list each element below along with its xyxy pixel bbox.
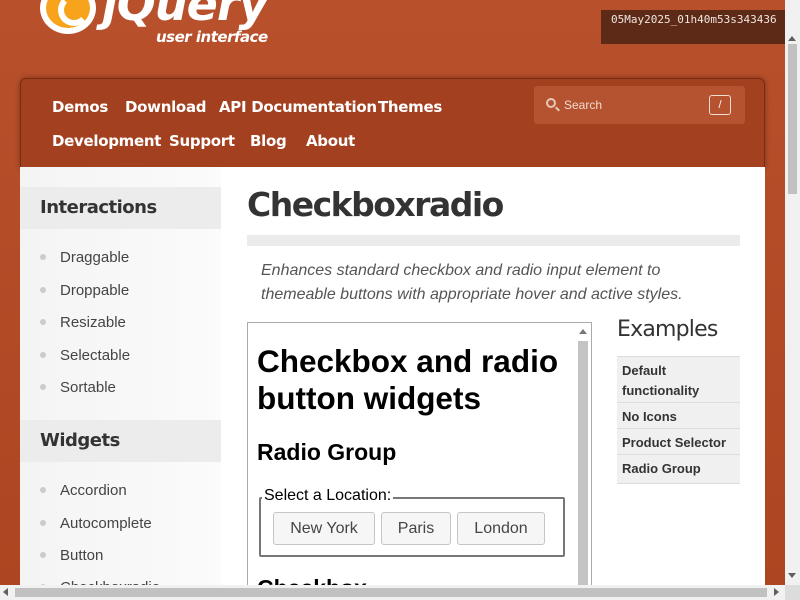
scroll-up-arrow-icon[interactable]	[788, 36, 796, 41]
bullet-icon	[40, 319, 46, 326]
sidebar-item-label: Sortable	[60, 379, 116, 396]
demo-scrollbar[interactable]	[577, 325, 589, 596]
sidebar-item-button[interactable]: Button	[40, 547, 103, 564]
scroll-left-arrow-icon[interactable]	[3, 588, 8, 596]
search-icon	[546, 98, 556, 108]
logo-wordmark: jQuery	[102, 0, 268, 31]
sidebar-heading-interactions: Interactions	[20, 187, 221, 229]
page-description: Enhances standard checkbox and radio inp…	[261, 262, 683, 303]
search-shortcut-key: /	[709, 95, 731, 115]
sidebar-heading-widgets: Widgets	[20, 420, 221, 462]
nav-download[interactable]: Download	[125, 98, 207, 116]
bullet-icon	[40, 287, 46, 294]
nav-api-documentation[interactable]: API Documentation	[219, 98, 377, 116]
scroll-down-arrow-icon[interactable]	[788, 573, 796, 578]
nav-support[interactable]: Support	[169, 132, 235, 150]
sidebar-item-label: Resizable	[60, 314, 126, 331]
example-no-icons[interactable]: No Icons	[617, 402, 740, 431]
bullet-icon	[40, 487, 46, 494]
sidebar-item-sortable[interactable]: Sortable	[40, 379, 116, 396]
jquery-logo-icon	[40, 0, 96, 34]
bullet-icon	[40, 254, 46, 261]
scrollbar-thumb[interactable]	[578, 341, 588, 596]
nav-development[interactable]: Development	[52, 132, 161, 150]
sidebar-item-label: Button	[60, 547, 104, 564]
scroll-up-arrow-icon[interactable]	[579, 329, 587, 334]
bullet-icon	[40, 552, 46, 559]
jquery-ui-logo[interactable]: jQuery user interface	[40, 0, 300, 52]
sidebar-item-autocomplete[interactable]: Autocomplete	[40, 515, 152, 532]
nav-blog[interactable]: Blog	[250, 132, 287, 150]
sidebar-item-label: Droppable	[60, 282, 130, 299]
bullet-icon	[40, 384, 46, 391]
sidebar-item-label: Draggable	[60, 249, 130, 266]
page-vertical-scrollbar[interactable]	[785, 0, 800, 585]
scroll-right-arrow-icon[interactable]	[774, 588, 779, 596]
nav-themes[interactable]: Themes	[378, 98, 442, 116]
search-box: /	[534, 86, 745, 124]
content-area: Interactions Draggable Droppable Resizab…	[20, 167, 765, 597]
search-input[interactable]	[564, 93, 704, 117]
example-default-functionality[interactable]: Default functionality	[617, 356, 740, 405]
title-divider	[247, 235, 740, 246]
sidebar-item-label: Autocomplete	[60, 515, 152, 532]
sidebar-item-label: Accordion	[60, 482, 127, 499]
radio-group-heading: Radio Group	[257, 439, 397, 465]
sidebar-item-draggable[interactable]: Draggable	[40, 249, 129, 266]
demo-heading: Checkbox and radio button widgets	[257, 343, 559, 416]
sidebar-item-resizable[interactable]: Resizable	[40, 314, 126, 331]
logo-subtitle: user interface	[156, 28, 268, 46]
page-horizontal-scrollbar[interactable]	[0, 585, 785, 600]
sidebar-item-selectable[interactable]: Selectable	[40, 347, 130, 364]
scrollbar-corner	[785, 585, 800, 600]
sidebar: Interactions Draggable Droppable Resizab…	[20, 167, 221, 596]
sidebar-item-accordion[interactable]: Accordion	[40, 482, 127, 499]
bullet-icon	[40, 352, 46, 359]
timestamp-overlay: 05May2025_01h40m53s343436	[601, 10, 800, 44]
radio-london[interactable]: London	[457, 512, 545, 545]
bullet-icon	[40, 520, 46, 527]
scrollbar-thumb[interactable]	[15, 588, 767, 597]
example-product-selector[interactable]: Product Selector	[617, 428, 740, 457]
radio-new-york[interactable]: New York	[273, 512, 375, 545]
scrollbar-thumb[interactable]	[788, 44, 797, 194]
examples-heading: Examples	[617, 317, 718, 342]
main-navigation: Demos Download API Documentation Themes …	[20, 78, 765, 168]
demo-iframe: Checkbox and radio button widgets Radio …	[247, 322, 592, 597]
page-title: Checkboxradio	[247, 185, 504, 224]
sidebar-item-label: Selectable	[60, 347, 131, 364]
example-radio-group[interactable]: Radio Group	[617, 454, 740, 484]
location-legend: Select a Location:	[262, 487, 394, 505]
radio-paris[interactable]: Paris	[381, 512, 451, 545]
sidebar-item-droppable[interactable]: Droppable	[40, 282, 129, 299]
nav-about[interactable]: About	[306, 132, 355, 150]
nav-demos[interactable]: Demos	[52, 98, 108, 116]
